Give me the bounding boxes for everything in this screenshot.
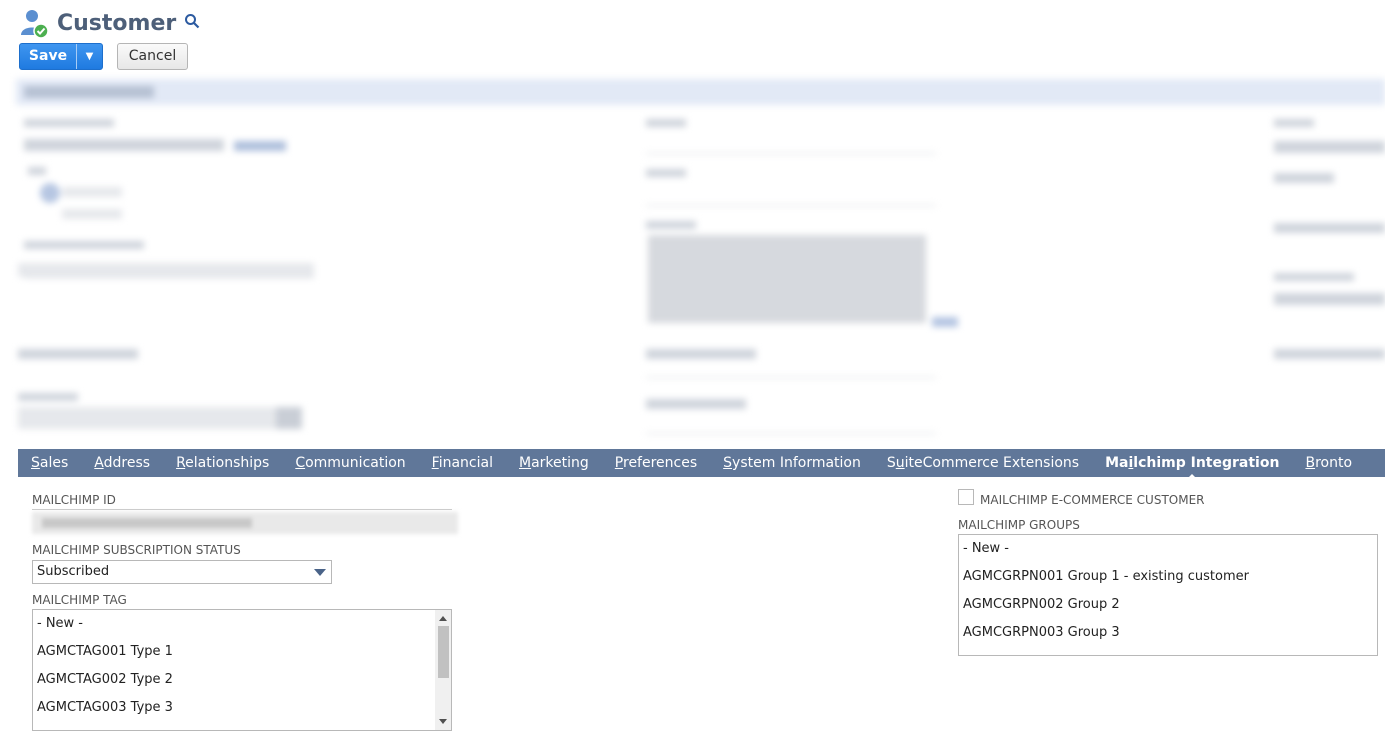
ecommerce-customer-label: MAILCHIMP E-COMMERCE CUSTOMER [980,493,1205,507]
tab-label-accesskey: R [176,455,186,471]
tab-label-accesskey: S [31,455,40,471]
mailchimp-id-label: MAILCHIMP ID [32,493,116,507]
tab-label-accesskey: P [614,455,623,471]
ecommerce-customer-checkbox[interactable] [958,489,974,505]
tab-communication[interactable]: Communication [295,455,405,471]
list-item[interactable]: AGMCGRPN002 Group 2 [959,591,1377,619]
tab-financial[interactable]: Financial [432,455,493,471]
tab-label-accesskey: C [295,455,306,471]
scroll-up-icon[interactable] [439,616,447,621]
tab-label: elationships [185,455,270,471]
mailchimp-id-underline [32,509,452,510]
mailchimp-groups-listbox[interactable]: - New - AGMCGRPN001 Group 1 - existing c… [958,534,1378,656]
subscription-status-label: MAILCHIMP SUBSCRIPTION STATUS [32,543,241,557]
list-item[interactable]: AGMCTAG002 Type 2 [33,666,451,694]
save-button-label[interactable]: Save [20,44,76,69]
subscription-status-select[interactable]: Subscribed [32,560,332,584]
tab-bronto[interactable]: Bronto [1305,455,1352,471]
tab-label-prefix: S [886,455,896,471]
tab-address[interactable]: Address [94,455,150,471]
chevron-down-icon[interactable] [314,569,326,576]
tab-label-accesskey: S [723,455,733,471]
tab-marketing[interactable]: Marketing [519,455,589,471]
cancel-button[interactable]: Cancel [117,43,188,70]
customer-icon [18,7,50,39]
scrollbar-thumb[interactable] [438,626,449,678]
tab-label: iteCommerce Extensions [904,455,1080,471]
tab-sales[interactable]: Sales [31,455,68,471]
mailchimp-tag-listbox[interactable]: - New - AGMCTAG001 Type 1 AGMCTAG002 Typ… [32,609,452,731]
tab-mailchimp-integration[interactable]: Mailchimp Integration [1105,455,1280,480]
subscription-status-value: Subscribed [37,564,110,579]
tab-label: ystem Information [732,455,861,471]
list-item[interactable]: AGMCGRPN003 Group 3 [959,619,1377,647]
mailchimp-groups-label: MAILCHIMP GROUPS [958,518,1080,532]
subtab-bar: Sales Address Relationships Communicatio… [18,449,1385,480]
tab-label-accesskey: A [94,455,104,471]
page-title: Customer [57,10,177,36]
blurred-primary-information [0,77,1385,447]
list-item[interactable]: - New - [959,535,1377,563]
tab-label: ddress [103,455,151,471]
search-icon[interactable] [184,13,200,33]
scrollbar[interactable] [435,610,451,730]
scroll-down-icon[interactable] [439,719,447,724]
tab-label: arketing [531,455,589,471]
list-item[interactable]: AGMCTAG003 Type 3 [33,694,451,722]
mailchimp-tag-label: MAILCHIMP TAG [32,593,127,607]
save-menu-dropdown-icon[interactable]: ▼ [76,44,102,69]
tab-label: ales [39,455,69,471]
tab-relationships[interactable]: Relationships [176,455,269,471]
mailchimp-id-value-blurred [32,512,458,534]
list-item[interactable]: - New - [33,610,451,638]
tab-label: inancial [438,455,493,471]
tab-suitecommerce-extensions[interactable]: SuiteCommerce Extensions [887,455,1079,471]
tab-label-accesskey: M [519,455,532,471]
tab-label: lchimp Integration [1133,455,1280,471]
tab-preferences[interactable]: Preferences [615,455,697,471]
blurred-section-header [16,79,1385,105]
tab-label-accesskey: u [895,455,905,471]
tab-label-prefix: Ma [1105,455,1129,471]
page-header: Customer [18,6,200,40]
list-item[interactable]: AGMCGRPN001 Group 1 - existing customer [959,563,1377,591]
tab-system-information[interactable]: System Information [723,455,861,471]
tab-label: ommunication [305,455,406,471]
tab-label: ronto [1315,455,1353,471]
tab-label-accesskey: F [431,455,439,471]
tab-label-accesskey: B [1305,455,1316,471]
save-button[interactable]: Save ▼ [19,43,103,70]
list-item[interactable]: AGMCTAG001 Type 1 [33,638,451,666]
tab-label: references [623,455,698,471]
